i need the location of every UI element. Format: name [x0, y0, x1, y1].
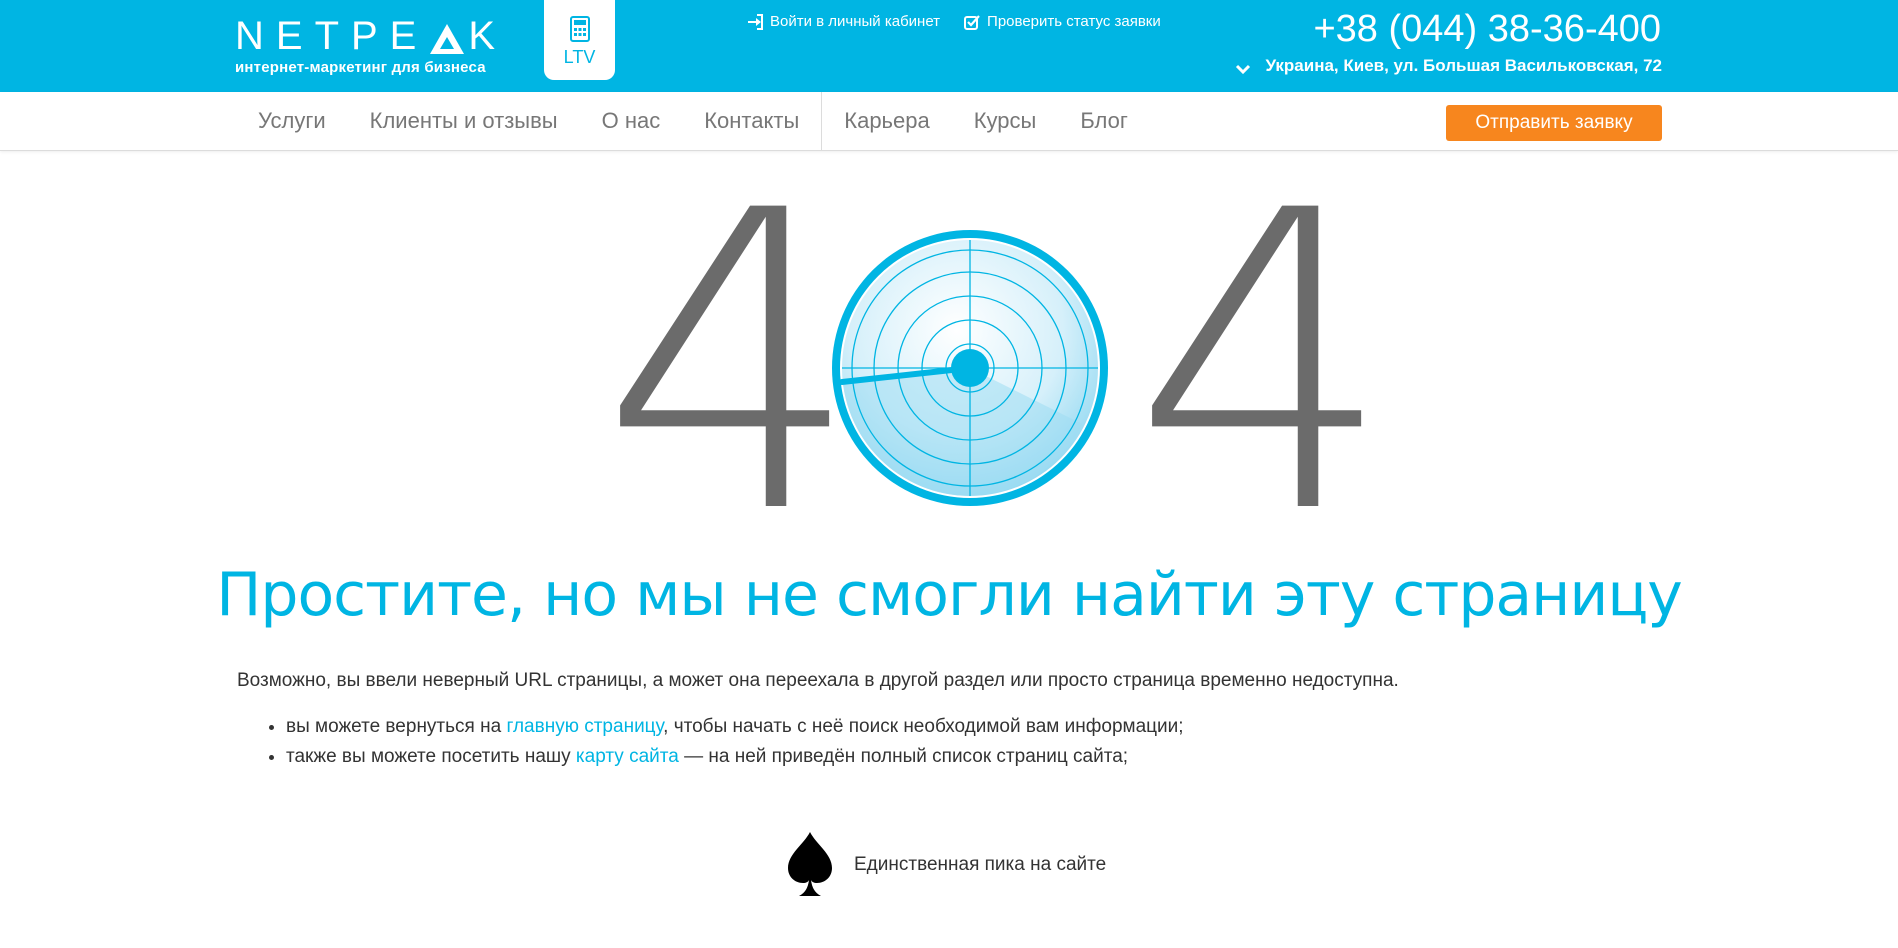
status-link-label: Проверить статус заявки	[987, 13, 1161, 30]
sitemap-link[interactable]: карту сайта	[576, 746, 679, 767]
spade-note: Единственная пика на сайте	[784, 830, 1106, 900]
list-item: также вы можете посетить нашу карту сайт…	[286, 742, 1184, 772]
intro-text: Возможно, вы ввели неверный URL страницы…	[237, 670, 1399, 691]
top-header: NETPE K интернет-маркетинг для бизнеса LT…	[0, 0, 1898, 92]
login-link[interactable]: Войти в личный кабинет	[747, 13, 940, 30]
checkbox-icon	[964, 14, 980, 30]
phone-number[interactable]: +38 (044) 38-36-400	[1313, 8, 1661, 51]
radar-icon	[832, 230, 1108, 506]
chevron-down-icon	[1236, 64, 1251, 75]
home-page-link[interactable]: главную страницу	[506, 716, 663, 737]
address-text: Украина, Киев, ул. Большая Васильковская…	[1265, 56, 1662, 75]
top-links: Войти в личный кабинет Проверить статус …	[747, 13, 1161, 30]
ltv-label: LTV	[563, 47, 596, 67]
nav-item-clients[interactable]: Клиенты и отзывы	[348, 92, 580, 150]
tip-text: — на ней приведён полный список страниц …	[678, 746, 1129, 767]
page-heading: Простите, но мы не смогли найти эту стра…	[216, 560, 1683, 630]
tips-list: вы можете вернуться на главную страницу,…	[264, 712, 1184, 772]
logo-triangle-icon	[430, 24, 465, 54]
spade-icon[interactable]	[784, 830, 836, 900]
tip-text: вы можете вернуться на	[286, 716, 507, 737]
tip-text: , чтобы начать с неё поиск необходимой в…	[663, 716, 1184, 737]
logo-wordmark: NETPE K	[235, 14, 508, 58]
error-digit-left: 4	[600, 125, 863, 604]
sign-in-icon	[748, 13, 763, 30]
address-selector[interactable]: Украина, Киев, ул. Большая Васильковская…	[1235, 56, 1662, 76]
status-link[interactable]: Проверить статус заявки	[964, 13, 1161, 30]
calculator-icon	[569, 16, 590, 42]
tip-text: также вы можете посетить нашу	[286, 746, 576, 767]
nav-item-courses[interactable]: Курсы	[952, 92, 1059, 150]
logo-tagline: интернет-маркетинг для бизнеса	[235, 59, 486, 76]
login-link-label: Войти в личный кабинет	[770, 13, 941, 30]
send-request-button[interactable]: Отправить заявку	[1446, 105, 1662, 141]
list-item: вы можете вернуться на главную страницу,…	[286, 712, 1184, 742]
ltv-calculator-button[interactable]: LTV	[544, 0, 615, 80]
logo[interactable]: NETPE K интернет-маркетинг для бизнеса	[235, 14, 507, 76]
error-digit-right: 4	[1132, 125, 1395, 604]
nav-item-services[interactable]: Услуги	[236, 92, 348, 150]
spade-note-text: Единственная пика на сайте	[854, 854, 1107, 875]
